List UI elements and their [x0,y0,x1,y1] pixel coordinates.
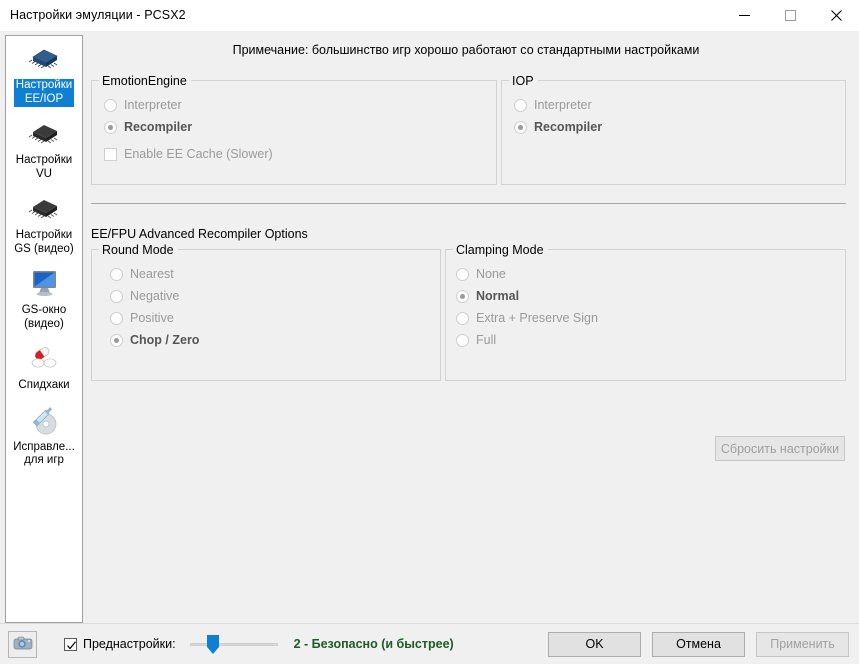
sidebar-item-ee-iop[interactable]: Настройки EE/IOP [9,41,79,107]
slider-track [190,643,278,646]
radio-icon [104,99,117,112]
sidebar-item-label: Спидхаки [16,379,71,394]
window-title: Настройки эмуляции - PCSX2 [0,8,186,22]
radio-icon [110,312,123,325]
ee-cache-checkbox[interactable]: Enable EE Cache (Slower) [104,144,496,164]
chip-dark-icon [23,116,65,152]
round-negative-radio[interactable]: Negative [110,286,440,306]
radio-icon [456,312,469,325]
slider-thumb[interactable] [207,635,219,654]
sidebar-item-gs-window[interactable]: GS-окно (видео) [9,266,79,332]
iop-interpreter-label: Interpreter [534,98,592,112]
title-bar: Настройки эмуляции - PCSX2 [0,0,859,31]
radio-icon [110,268,123,281]
radio-icon [104,121,117,134]
radio-icon [456,290,469,303]
preset-slider[interactable] [190,633,278,655]
iop-title: IOP [509,74,538,88]
clamping-mode-group: Clamping Mode None Normal Extra + Preser… [445,249,846,381]
ee-interpreter-label: Interpreter [124,98,182,112]
round-mode-title: Round Mode [99,243,178,257]
ee-interpreter-radio[interactable]: Interpreter [104,95,496,115]
preset-label: Преднастройки: [83,637,176,651]
clamp-normal-radio[interactable]: Normal [456,286,845,306]
round-positive-radio[interactable]: Positive [110,308,440,328]
sidebar-item-label: Настройки EE/IOP [14,79,74,107]
cancel-button[interactable]: Отмена [652,632,745,657]
round-nearest-label: Nearest [130,267,174,281]
clamp-full-label: Full [476,333,496,347]
radio-icon [514,99,527,112]
clamp-full-radio[interactable]: Full [456,330,845,350]
camera-icon [13,635,33,654]
preset-control: Преднастройки: [64,637,176,651]
ok-button[interactable]: OK [548,632,641,657]
close-icon[interactable] [813,0,859,30]
minimize-icon[interactable] [721,0,767,30]
settings-note: Примечание: большинство игр хорошо работ… [93,43,839,57]
clamp-extra-label: Extra + Preserve Sign [476,311,598,325]
sidebar-item-label: Исправле... для игр [11,441,77,469]
advanced-options-label: EE/FPU Advanced Recompiler Options [91,227,308,241]
ee-cache-label: Enable EE Cache (Slower) [124,147,273,161]
emulation-settings-window: Настройки эмуляции - PCSX2 [0,0,859,634]
sidebar-item-game-fixes[interactable]: Исправле... для игр [9,403,79,469]
chip-dark-icon [23,191,65,227]
round-chop-zero-radio[interactable]: Chop / Zero [110,330,440,350]
round-nearest-radio[interactable]: Nearest [110,264,440,284]
dialog-body: Настройки EE/IOP Настройки [0,31,859,623]
radio-icon [456,334,469,347]
clamp-none-radio[interactable]: None [456,264,845,284]
radio-icon [514,121,527,134]
ee-recompiler-label: Recompiler [124,120,192,134]
sidebar-item-speedhacks[interactable]: Спидхаки [9,341,79,394]
iop-interpreter-radio[interactable]: Interpreter [514,95,845,115]
section-divider [91,203,846,204]
preset-checkbox[interactable] [64,638,77,651]
sidebar-item-label: Настройки VU [14,154,74,182]
clamp-normal-label: Normal [476,289,519,303]
round-positive-label: Positive [130,311,174,325]
radio-icon [110,290,123,303]
screenshot-button[interactable] [8,631,37,658]
preset-value-label: 2 - Безопасно (и быстрее) [294,637,454,651]
checkmark-icon [66,640,77,651]
clamping-mode-title: Clamping Mode [453,243,548,257]
maximize-icon[interactable] [767,0,813,30]
settings-panel: Примечание: большинство игр хорошо работ… [83,31,859,623]
sidebar-item-label: GS-окно (видео) [20,304,69,332]
monitor-icon [23,266,65,302]
iop-group: IOP Interpreter Recompiler [501,80,846,185]
window-controls [721,0,859,30]
apply-button[interactable]: Применить [756,632,849,657]
settings-sidebar: Настройки EE/IOP Настройки [5,35,83,623]
round-chop-zero-label: Chop / Zero [130,333,199,347]
clamp-extra-preserve-sign-radio[interactable]: Extra + Preserve Sign [456,308,845,328]
round-negative-label: Negative [130,289,179,303]
dialog-footer: Преднастройки: 2 - Безопасно (и быстрее)… [0,623,859,664]
sidebar-item-label: Настройки GS (видео) [12,229,76,257]
radio-icon [110,334,123,347]
checkbox-icon [104,148,117,161]
reset-settings-button[interactable]: Сбросить настройки [715,436,845,461]
sidebar-item-vu[interactable]: Настройки VU [9,116,79,182]
iop-recompiler-radio[interactable]: Recompiler [514,117,845,137]
radio-icon [456,268,469,281]
pills-icon [23,341,65,377]
chip-blue-icon [23,41,65,77]
emotion-engine-title: EmotionEngine [99,74,191,88]
emotion-engine-group: EmotionEngine Interpreter Recompiler Ena… [91,80,497,185]
footer-buttons: OK Отмена Применить [548,632,849,657]
sidebar-item-gs[interactable]: Настройки GS (видео) [9,191,79,257]
clamp-none-label: None [476,267,506,281]
round-mode-group: Round Mode Nearest Negative Positive [91,249,441,381]
ee-recompiler-radio[interactable]: Recompiler [104,117,496,137]
iop-recompiler-label: Recompiler [534,120,602,134]
cd-syringe-icon [23,403,65,439]
